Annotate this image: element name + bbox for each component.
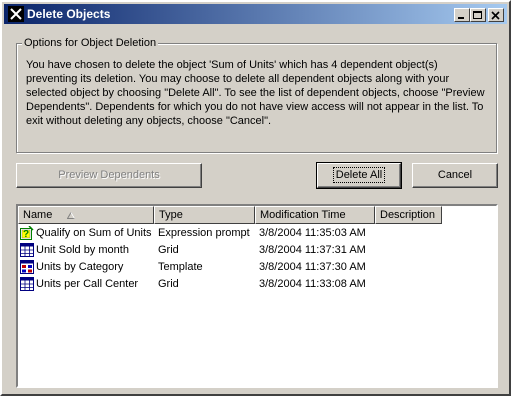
table-row[interactable]: ? Qualify on Sum of Units Expression pro… (18, 225, 488, 242)
row-time: 3/8/2004 11:37:31 AM (259, 244, 366, 256)
row-time: 3/8/2004 11:33:08 AM (259, 278, 366, 290)
row-type: Expression prompt (158, 227, 250, 239)
close-icon (491, 11, 500, 20)
row-type: Template (158, 261, 203, 273)
table-row[interactable]: Unit Sold by month Grid 3/8/2004 11:37:3… (18, 242, 488, 259)
sort-ascending-icon (67, 212, 75, 219)
minimize-icon (458, 17, 464, 19)
table-row[interactable]: Units by Category Template 3/8/2004 11:3… (18, 259, 488, 276)
row-name: Qualify on Sum of Units (36, 227, 152, 239)
prompt-icon: ? (20, 226, 34, 240)
row-time: 3/8/2004 11:37:30 AM (259, 261, 366, 273)
maximize-icon (473, 11, 482, 19)
column-header-name-label: Name (23, 209, 53, 221)
row-type: Grid (158, 278, 179, 290)
options-legend: Options for Object Deletion (22, 37, 159, 49)
maximize-button[interactable] (470, 8, 486, 22)
column-header-name[interactable]: Name (18, 206, 154, 224)
row-name: Units per Call Center (36, 278, 139, 290)
column-header-type[interactable]: Type (154, 206, 255, 224)
close-button[interactable] (488, 8, 504, 22)
app-icon (8, 6, 24, 22)
row-time: 3/8/2004 11:35:03 AM (259, 227, 366, 239)
table-row[interactable]: Units per Call Center Grid 3/8/2004 11:3… (18, 276, 488, 293)
column-header-description[interactable]: Description (375, 206, 442, 224)
svg-text:?: ? (23, 229, 29, 240)
grid-icon (20, 243, 34, 257)
preview-dependents-button[interactable]: Preview Dependents (16, 163, 202, 188)
row-name: Unit Sold by month (36, 244, 129, 256)
row-name: Units by Category (36, 261, 124, 273)
cancel-button[interactable]: Cancel (412, 163, 498, 188)
column-header-modification-time[interactable]: Modification Time (255, 206, 375, 224)
options-message: You have chosen to delete the object 'Su… (26, 59, 485, 127)
window-title: Delete Objects (27, 7, 111, 21)
delete-all-button[interactable]: Delete All (316, 162, 402, 189)
minimize-button[interactable] (454, 8, 470, 22)
title-bar[interactable]: Delete Objects (4, 4, 507, 24)
dependents-list[interactable]: Name Type Modification Time Description … (16, 204, 498, 388)
delete-objects-dialog: Delete Objects Options for Object Deleti… (0, 0, 511, 396)
delete-all-label: Delete All (332, 167, 386, 183)
row-type: Grid (158, 244, 179, 256)
grid-icon (20, 277, 34, 291)
template-icon (20, 260, 34, 274)
